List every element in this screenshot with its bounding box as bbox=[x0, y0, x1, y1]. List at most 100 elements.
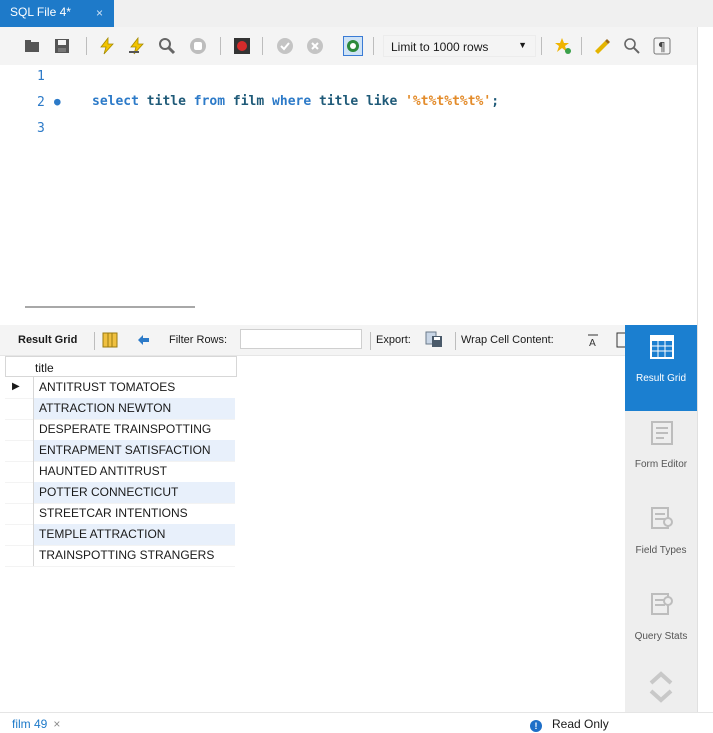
svg-text:A: A bbox=[589, 338, 596, 347]
sql-file-tab-title: SQL File 4* bbox=[10, 5, 71, 19]
side-item-label: Field Types bbox=[635, 545, 687, 556]
table-row[interactable]: STREETCAR INTENTIONS bbox=[5, 503, 235, 525]
pane-splitter[interactable] bbox=[25, 306, 195, 308]
sql-toolbar: Limit to 1000 rows ▼ ¶ bbox=[0, 27, 713, 66]
close-tab-icon[interactable]: × bbox=[96, 6, 103, 20]
grid-columns-icon[interactable] bbox=[100, 330, 120, 350]
form-editor-icon bbox=[651, 421, 673, 445]
side-item-label: Form Editor bbox=[634, 459, 688, 470]
chevron-down-icon: ▼ bbox=[518, 40, 527, 50]
title-cell[interactable]: TRAINSPOTTING STRANGERS bbox=[39, 548, 214, 562]
row-gutter[interactable] bbox=[5, 461, 34, 482]
result-tab-label: film 49 bbox=[12, 717, 48, 731]
statement-marker-icon: ● bbox=[54, 95, 61, 108]
line-number: 2 bbox=[37, 95, 45, 110]
toolbar-separator bbox=[86, 37, 87, 55]
execute-current-icon[interactable] bbox=[127, 36, 147, 56]
current-row-icon: ▶ bbox=[12, 381, 20, 392]
table-row[interactable]: ATTRACTION NEWTON bbox=[5, 398, 235, 420]
filter-rows-label: Filter Rows: bbox=[169, 334, 228, 346]
row-gutter[interactable] bbox=[5, 398, 34, 419]
refresh-icon[interactable] bbox=[134, 330, 154, 350]
limit-rows-select[interactable]: Limit to 1000 rows ▼ bbox=[383, 35, 536, 57]
sql-string: '%t%t%t%t%' bbox=[405, 94, 492, 109]
title-cell[interactable]: ANTITRUST TOMATOES bbox=[39, 380, 175, 394]
line-number: 1 bbox=[37, 69, 45, 84]
read-only-status: ! Read Only bbox=[530, 717, 609, 732]
sql-keyword: where bbox=[272, 94, 312, 109]
side-field-types[interactable]: Field Types bbox=[625, 497, 697, 583]
read-only-label: Read Only bbox=[552, 717, 609, 731]
title-cell[interactable]: DESPERATE TRAINSPOTTING bbox=[39, 422, 211, 436]
table-row[interactable]: DESPERATE TRAINSPOTTING bbox=[5, 419, 235, 441]
table-row[interactable]: ▶ ANTITRUST TOMATOES bbox=[5, 377, 235, 399]
commit-icon[interactable] bbox=[275, 36, 295, 56]
row-gutter[interactable] bbox=[5, 503, 34, 524]
explain-icon[interactable] bbox=[157, 36, 177, 56]
column-header-title[interactable]: title bbox=[35, 361, 54, 375]
svg-text:¶: ¶ bbox=[658, 40, 666, 54]
execute-icon[interactable] bbox=[97, 36, 117, 56]
title-cell[interactable]: TEMPLE ATTRACTION bbox=[39, 527, 165, 541]
filter-rows-input[interactable] bbox=[240, 329, 362, 349]
result-grid-icon bbox=[650, 335, 674, 359]
result-tab-film[interactable]: film 49 × bbox=[12, 717, 60, 731]
title-cell[interactable]: HAUNTED ANTITRUST bbox=[39, 464, 167, 478]
title-cell[interactable]: ATTRACTION NEWTON bbox=[39, 401, 171, 415]
toolbar-separator bbox=[373, 37, 374, 55]
sql-statement[interactable]: select title from film where title like … bbox=[92, 94, 499, 109]
folder-icon[interactable] bbox=[22, 36, 42, 56]
export-icon[interactable] bbox=[424, 329, 444, 349]
toggle-error-icon[interactable] bbox=[232, 36, 252, 56]
right-edge-panel bbox=[697, 27, 713, 712]
row-gutter[interactable]: ▶ bbox=[5, 377, 34, 398]
scroll-down-icon[interactable] bbox=[649, 689, 673, 706]
info-icon: ! bbox=[530, 720, 542, 732]
title-cell[interactable]: ENTRAPMENT SATISFACTION bbox=[39, 443, 211, 457]
table-row[interactable]: ENTRAPMENT SATISFACTION bbox=[5, 440, 235, 462]
bookmark-icon[interactable] bbox=[553, 36, 573, 56]
table-row[interactable]: HAUNTED ANTITRUST bbox=[5, 461, 235, 483]
side-result-grid[interactable]: Result Grid bbox=[625, 325, 697, 411]
beautify-icon[interactable] bbox=[592, 36, 612, 56]
sql-semicolon: ; bbox=[491, 94, 500, 109]
toolbar-separator bbox=[370, 332, 371, 350]
side-item-label: Result Grid bbox=[635, 373, 686, 384]
toolbar-separator bbox=[581, 37, 582, 55]
row-gutter[interactable] bbox=[5, 440, 34, 461]
scroll-up-icon[interactable] bbox=[649, 671, 673, 688]
row-gutter[interactable] bbox=[5, 419, 34, 440]
table-row[interactable]: TEMPLE ATTRACTION bbox=[5, 524, 235, 546]
sql-keyword: select bbox=[92, 94, 139, 109]
side-query-stats[interactable]: Query Stats bbox=[625, 583, 697, 669]
sql-keyword: from bbox=[193, 94, 226, 109]
row-gutter[interactable] bbox=[5, 482, 34, 503]
table-row[interactable]: POTTER CONNECTICUT bbox=[5, 482, 235, 504]
toolbar-separator bbox=[455, 332, 456, 350]
table-row[interactable]: TRAINSPOTTING STRANGERS bbox=[5, 545, 235, 567]
title-cell[interactable]: STREETCAR INTENTIONS bbox=[39, 506, 188, 520]
side-form-editor[interactable]: Form Editor bbox=[625, 411, 697, 497]
row-gutter[interactable] bbox=[5, 545, 34, 566]
status-bar: film 49 × ! Read Only bbox=[0, 712, 713, 733]
row-gutter[interactable] bbox=[5, 524, 34, 545]
results-toolbar: Result Grid Filter Rows: Export: Wrap Ce… bbox=[0, 325, 628, 356]
find-icon[interactable] bbox=[622, 36, 642, 56]
toolbar-separator bbox=[262, 37, 263, 55]
autocommit-icon[interactable] bbox=[343, 36, 363, 56]
sql-editor[interactable]: 1 2 ● 3 select title from film where tit… bbox=[0, 65, 713, 295]
toolbar-separator bbox=[220, 37, 221, 55]
wrap-text-icon[interactable]: A bbox=[583, 330, 603, 350]
save-icon[interactable] bbox=[52, 36, 72, 56]
wrap-cell-content-label: Wrap Cell Content: bbox=[461, 334, 554, 346]
stop-icon[interactable] bbox=[188, 36, 208, 56]
sql-identifier: title like bbox=[311, 94, 406, 109]
invisible-chars-icon[interactable]: ¶ bbox=[652, 36, 672, 56]
result-grid-label[interactable]: Result Grid bbox=[18, 334, 77, 346]
field-types-icon bbox=[651, 507, 673, 529]
rollback-icon[interactable] bbox=[305, 36, 325, 56]
title-cell[interactable]: POTTER CONNECTICUT bbox=[39, 485, 178, 499]
sql-file-tab[interactable]: SQL File 4* × bbox=[0, 0, 114, 27]
side-item-label: Query Stats bbox=[634, 631, 688, 642]
close-result-tab-icon[interactable]: × bbox=[53, 717, 60, 731]
